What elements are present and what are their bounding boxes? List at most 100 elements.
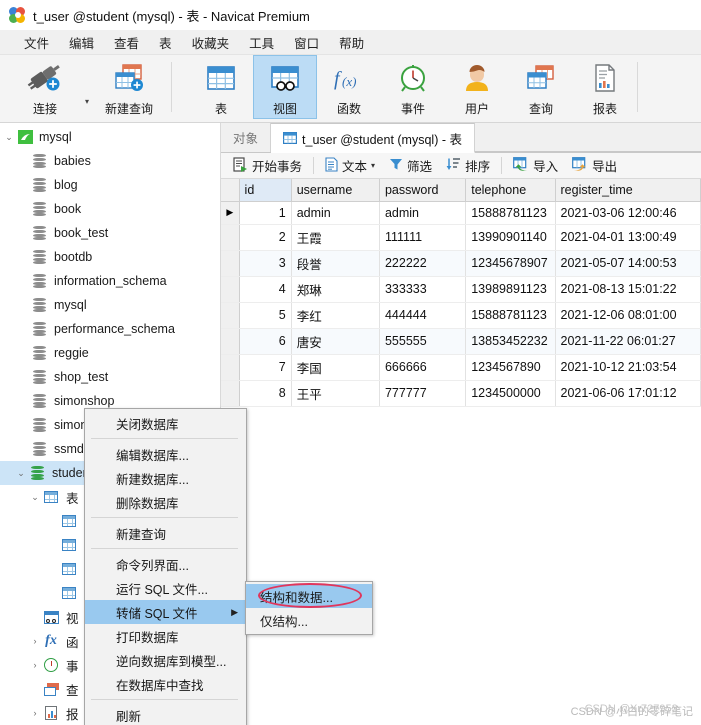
import-button[interactable]: 导入 bbox=[506, 154, 565, 177]
cell-username[interactable]: 王平 bbox=[291, 380, 380, 407]
cell-password[interactable]: 777777 bbox=[379, 380, 467, 407]
cell-register-time[interactable]: 2021-06-06 17:01:12 bbox=[555, 380, 701, 407]
cell-id[interactable]: 7 bbox=[239, 354, 292, 381]
menu-item-help[interactable]: 帮助 bbox=[329, 30, 374, 55]
tree-db-bootdb[interactable]: bootdb bbox=[0, 245, 220, 269]
cell-id[interactable]: 8 bbox=[239, 380, 292, 407]
cell-register-time[interactable]: 2021-08-13 15:01:22 bbox=[555, 276, 701, 303]
tree-db-book[interactable]: book bbox=[0, 197, 220, 221]
ribbon-user-button[interactable]: 用户 bbox=[445, 55, 509, 119]
cell-register-time[interactable]: 2021-03-06 12:00:46 bbox=[555, 201, 701, 225]
menu-item-file[interactable]: 文件 bbox=[14, 30, 59, 55]
column-header-telephone[interactable]: telephone bbox=[465, 179, 556, 202]
context-menu-item-command-line[interactable]: 命令列界面... bbox=[85, 552, 246, 576]
export-button[interactable]: 导出 bbox=[565, 154, 624, 177]
context-menu-item-run-sql-file[interactable]: 运行 SQL 文件... bbox=[85, 576, 246, 600]
menu-item-edit[interactable]: 编辑 bbox=[59, 30, 104, 55]
cell-password[interactable]: 333333 bbox=[379, 276, 467, 303]
chevron-right-icon[interactable]: › bbox=[28, 660, 42, 670]
cell-register-time[interactable]: 2021-10-12 21:03:54 bbox=[555, 354, 701, 381]
cell-id[interactable]: 1 bbox=[239, 201, 292, 225]
context-menu-item-dump-sql-file[interactable]: 转储 SQL 文件 ▶ bbox=[85, 600, 246, 624]
cell-username[interactable]: 李红 bbox=[291, 302, 380, 329]
context-menu-item-new-database[interactable]: 新建数据库... bbox=[85, 466, 246, 490]
table-row[interactable]: 3 段誉 222222 12345678907 2021-05-07 14:00… bbox=[221, 250, 701, 277]
menu-item-favorites[interactable]: 收藏夹 bbox=[182, 30, 240, 55]
cell-password[interactable]: 222222 bbox=[379, 250, 467, 277]
ribbon-table-button[interactable]: 表 bbox=[189, 55, 253, 119]
chevron-down-icon[interactable]: ⌄ bbox=[28, 492, 42, 503]
cell-telephone[interactable]: 15888781123 bbox=[465, 201, 556, 225]
ribbon-query-button[interactable]: 查询 bbox=[509, 55, 573, 119]
cell-username[interactable]: admin bbox=[291, 201, 380, 225]
connection-dropdown-caret-icon[interactable]: ▾ bbox=[85, 97, 89, 106]
cell-username[interactable]: 段誉 bbox=[291, 250, 380, 277]
cell-username[interactable]: 唐安 bbox=[291, 328, 380, 355]
tree-root-mysql[interactable]: ⌄ mysql bbox=[0, 125, 220, 149]
context-menu-item-delete-database[interactable]: 删除数据库 bbox=[85, 490, 246, 514]
ribbon-connection-button[interactable]: 连接 bbox=[8, 55, 82, 119]
dump-sql-submenu[interactable]: 结构和数据... 仅结构... bbox=[245, 581, 373, 635]
chevron-down-icon[interactable]: ⌄ bbox=[2, 132, 16, 143]
ribbon-view-button[interactable]: 视图 bbox=[253, 55, 318, 119]
table-row[interactable]: 4 郑琳 333333 13989891123 2021-08-13 15:01… bbox=[221, 276, 701, 303]
cell-password[interactable]: 555555 bbox=[379, 328, 467, 355]
cell-register-time[interactable]: 2021-12-06 08:01:00 bbox=[555, 302, 701, 329]
cell-telephone[interactable]: 13853452232 bbox=[465, 328, 556, 355]
begin-transaction-button[interactable]: 开始事务 bbox=[226, 154, 309, 177]
data-grid[interactable]: id username password telephone register_… bbox=[221, 179, 701, 725]
menu-item-tools[interactable]: 工具 bbox=[239, 30, 284, 55]
tree-db-reggie[interactable]: reggie bbox=[0, 341, 220, 365]
tree-db-book-test[interactable]: book_test bbox=[0, 221, 220, 245]
menu-item-window[interactable]: 窗口 bbox=[284, 30, 329, 55]
context-menu-item-new-query[interactable]: 新建查询 bbox=[85, 521, 246, 545]
cell-id[interactable]: 6 bbox=[239, 328, 292, 355]
cell-register-time[interactable]: 2021-11-22 06:01:27 bbox=[555, 328, 701, 355]
tree-db-information-schema[interactable]: information_schema bbox=[0, 269, 220, 293]
sort-button[interactable]: 排序 bbox=[439, 154, 497, 177]
context-menu-item-print-database[interactable]: 打印数据库 bbox=[85, 624, 246, 648]
context-menu-item-reverse-to-model[interactable]: 逆向数据库到模型... bbox=[85, 648, 246, 672]
cell-id[interactable]: 5 bbox=[239, 302, 292, 329]
submenu-item-structure-only[interactable]: 仅结构... bbox=[246, 608, 372, 632]
cell-telephone[interactable]: 15888781123 bbox=[465, 302, 556, 329]
cell-telephone[interactable]: 13989891123 bbox=[465, 276, 556, 303]
cell-username[interactable]: 李国 bbox=[291, 354, 380, 381]
table-row[interactable]: 6 唐安 555555 13853452232 2021-11-22 06:01… bbox=[221, 328, 701, 355]
menu-item-table[interactable]: 表 bbox=[149, 30, 182, 55]
filter-button[interactable]: 筛选 bbox=[382, 154, 439, 177]
table-row[interactable]: ▶ 1 admin admin 15888781123 2021-03-06 1… bbox=[221, 201, 701, 225]
table-row[interactable]: 8 王平 777777 1234500000 2021-06-06 17:01:… bbox=[221, 380, 701, 407]
text-dropdown-caret-icon[interactable]: ▾ bbox=[371, 161, 375, 170]
ribbon-function-button[interactable]: f (x) 函数 bbox=[317, 55, 381, 119]
column-header-username[interactable]: username bbox=[291, 179, 380, 202]
column-header-password[interactable]: password bbox=[379, 179, 467, 202]
cell-password[interactable]: 111111 bbox=[379, 224, 467, 251]
table-row[interactable]: 5 李红 444444 15888781123 2021-12-06 08:01… bbox=[221, 302, 701, 329]
chevron-right-icon[interactable]: › bbox=[28, 708, 42, 718]
cell-telephone[interactable]: 1234500000 bbox=[465, 380, 556, 407]
cell-register-time[interactable]: 2021-05-07 14:00:53 bbox=[555, 250, 701, 277]
cell-telephone[interactable]: 12345678907 bbox=[465, 250, 556, 277]
ribbon-event-button[interactable]: 事件 bbox=[381, 55, 445, 119]
context-menu-item-find-in-database[interactable]: 在数据库中查找 bbox=[85, 672, 246, 696]
column-header-register-time[interactable]: register_time bbox=[555, 179, 701, 202]
tree-db-babies[interactable]: babies bbox=[0, 149, 220, 173]
cell-password[interactable]: 444444 bbox=[379, 302, 467, 329]
chevron-right-icon[interactable]: › bbox=[28, 636, 42, 646]
cell-id[interactable]: 4 bbox=[239, 276, 292, 303]
tree-db-shop-test[interactable]: shop_test bbox=[0, 365, 220, 389]
text-button[interactable]: 文本 ▾ bbox=[318, 154, 382, 177]
tree-db-performance-schema[interactable]: performance_schema bbox=[0, 317, 220, 341]
table-row[interactable]: 7 李国 666666 1234567890 2021-10-12 21:03:… bbox=[221, 354, 701, 381]
cell-username[interactable]: 郑琳 bbox=[291, 276, 380, 303]
cell-telephone[interactable]: 1234567890 bbox=[465, 354, 556, 381]
context-menu-item-close-database[interactable]: 关闭数据库 bbox=[85, 411, 246, 435]
cell-username[interactable]: 王霞 bbox=[291, 224, 380, 251]
cell-password[interactable]: 666666 bbox=[379, 354, 467, 381]
cell-id[interactable]: 2 bbox=[239, 224, 292, 251]
tab-objects[interactable]: 对象 bbox=[221, 123, 272, 152]
ribbon-new-query-button[interactable]: 新建查询 bbox=[92, 55, 166, 119]
cell-register-time[interactable]: 2021-04-01 13:00:49 bbox=[555, 224, 701, 251]
database-context-menu[interactable]: 关闭数据库 编辑数据库... 新建数据库... 删除数据库 新建查询 命令列界面… bbox=[84, 408, 247, 725]
